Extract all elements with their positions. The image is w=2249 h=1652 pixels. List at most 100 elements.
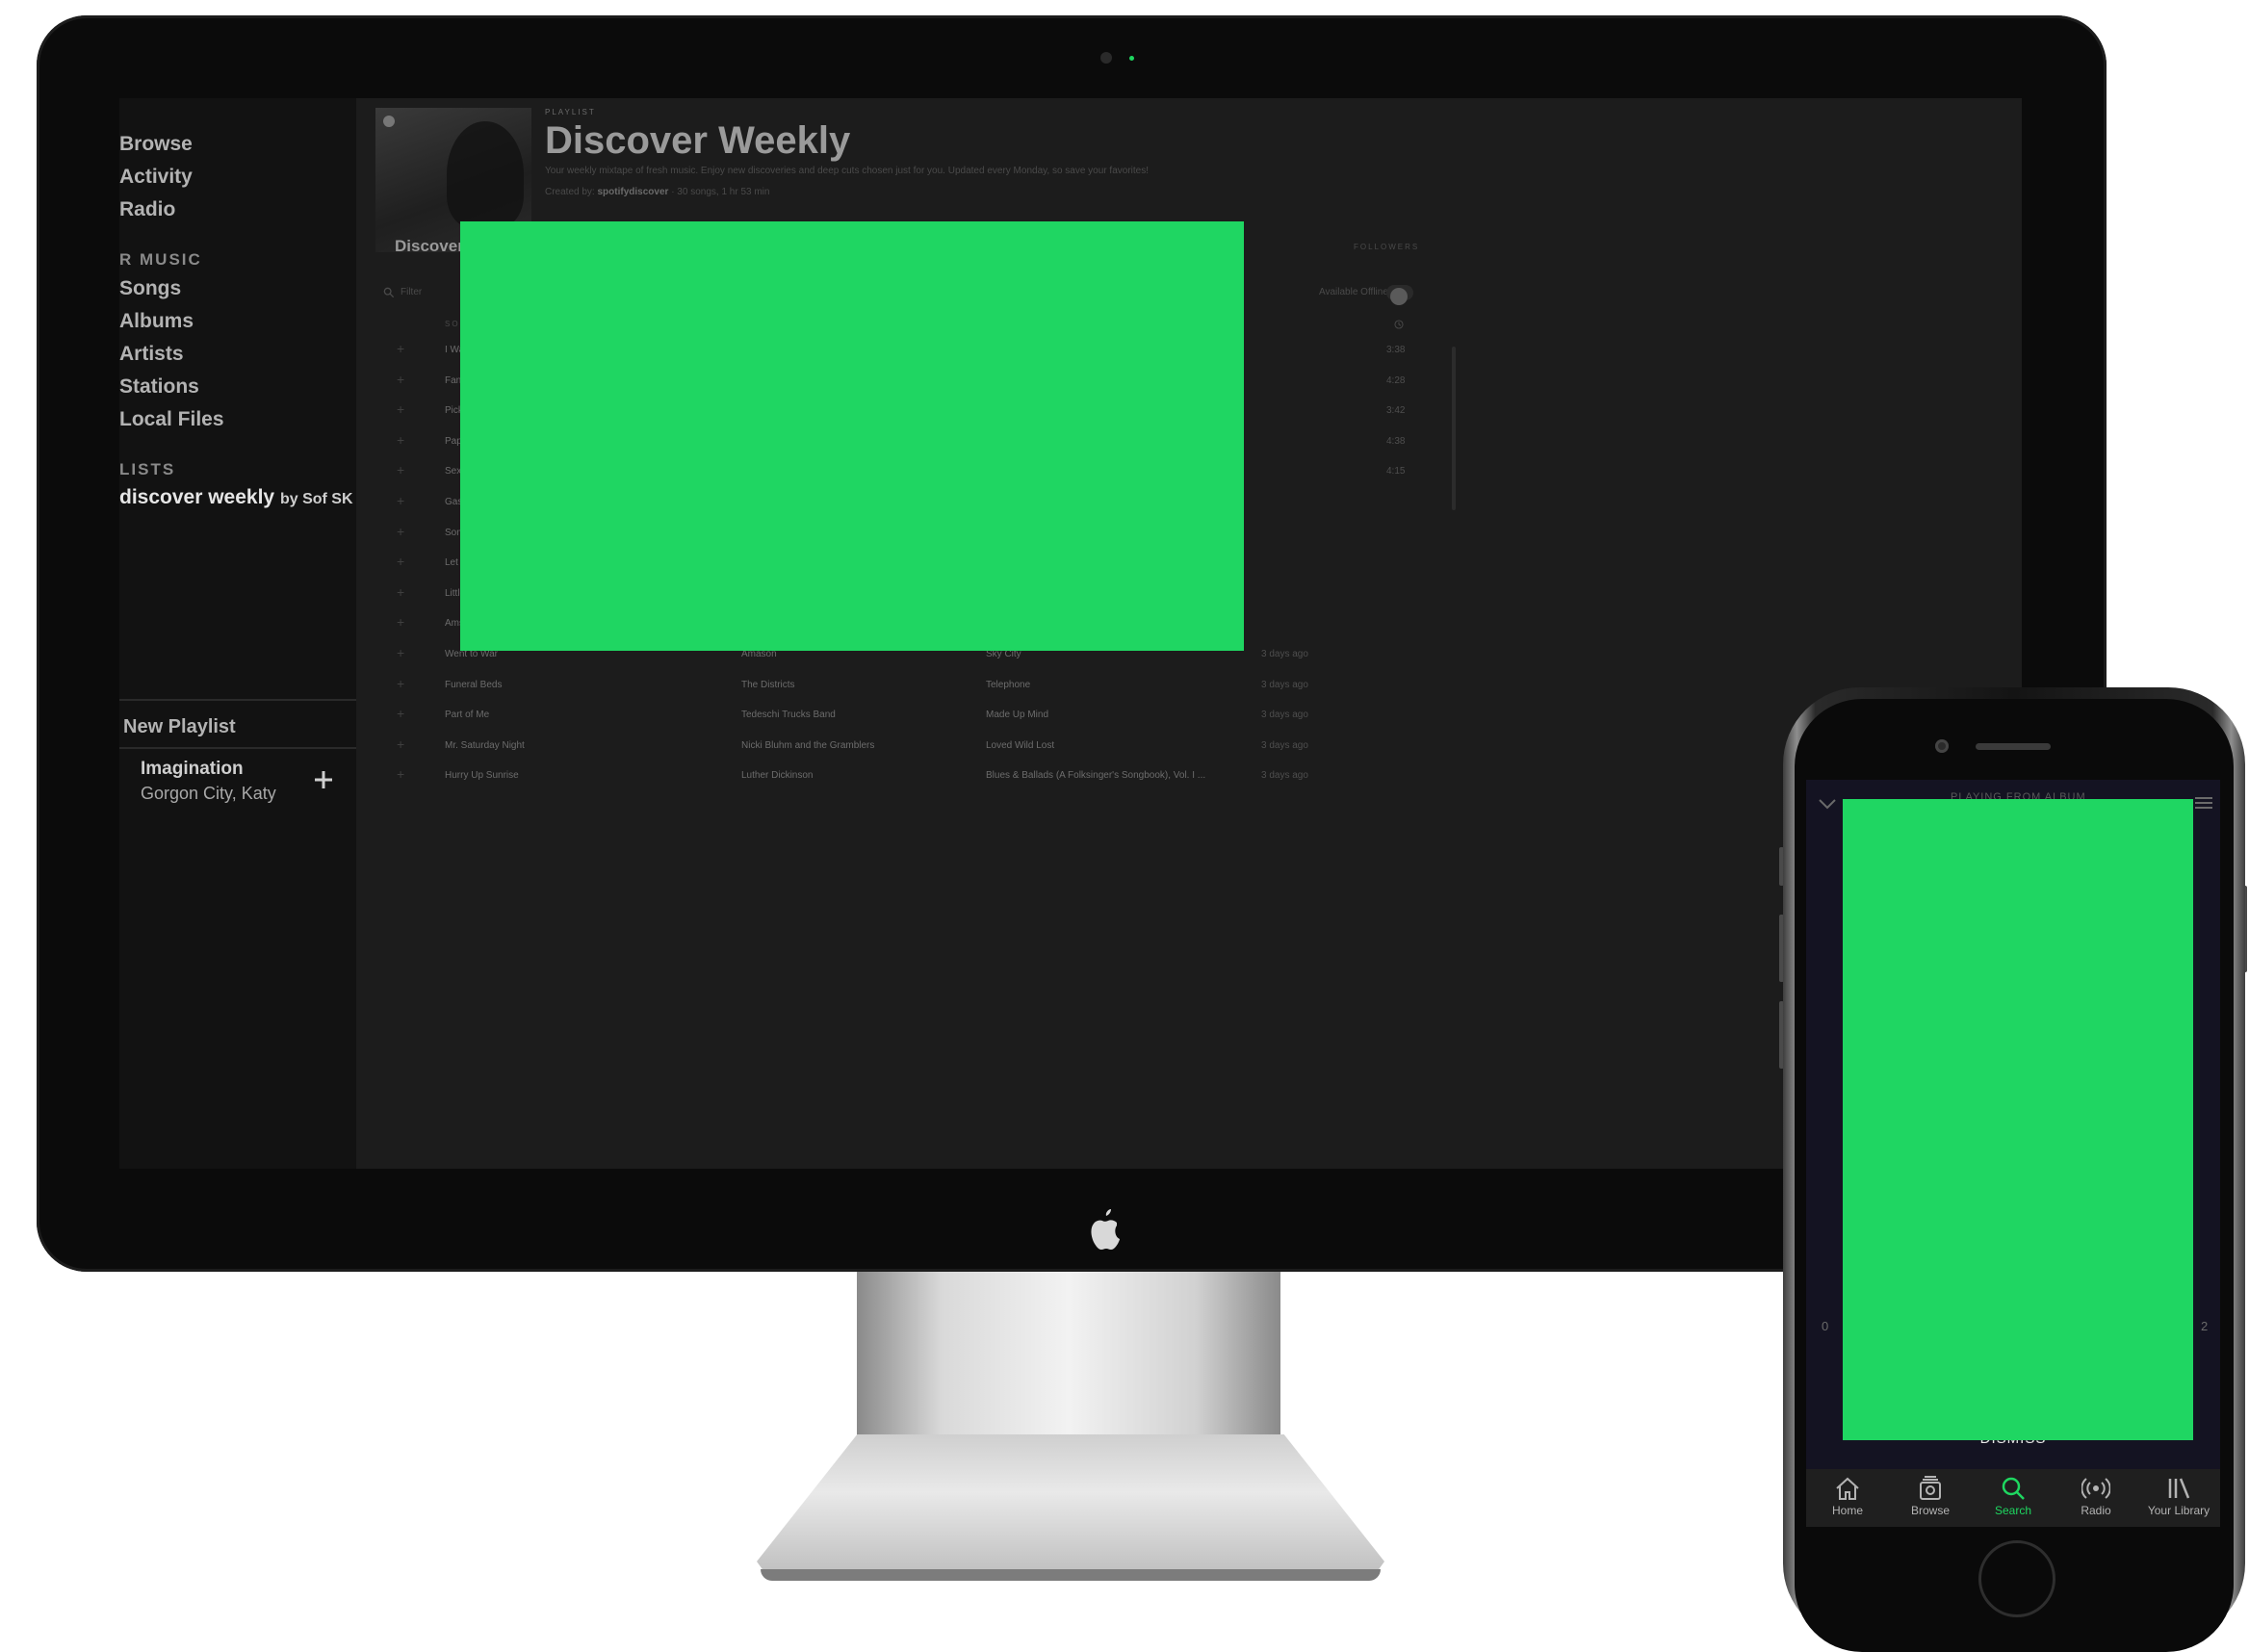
tab-label: Radio <box>2081 1504 2111 1517</box>
close-icon[interactable] <box>383 116 395 127</box>
track-title[interactable]: Hurry Up Sunrise <box>445 770 519 781</box>
sidebar-item-songs[interactable]: Songs <box>119 277 181 300</box>
add-track-icon[interactable]: + <box>397 706 404 721</box>
track-album[interactable]: Blues & Ballads (A Folksinger's Songbook… <box>986 770 1205 781</box>
add-track-icon[interactable]: + <box>397 493 404 508</box>
track-duration: 4:28 <box>1386 374 1406 386</box>
imac-stand-base-edge <box>761 1569 1381 1581</box>
imac-stand-base <box>757 1434 1384 1579</box>
imac-camera <box>1100 52 1112 64</box>
sidebar-item-radio[interactable]: Radio <box>119 198 175 221</box>
table-row[interactable]: + Hurry Up Sunrise Luther Dickinson Blues &… <box>356 762 2022 793</box>
playlist-meta: Created by: spotifydiscover · 30 songs, … <box>545 187 769 197</box>
playlist-stats: · 30 songs, 1 hr 53 min <box>671 187 770 197</box>
new-playlist-button[interactable]: New Playlist <box>123 716 236 738</box>
sidebar-item-stations[interactable]: Stations <box>119 375 199 399</box>
sidebar-divider <box>119 747 356 749</box>
playlist-type-label: PLAYLIST <box>545 108 596 116</box>
add-track-icon[interactable]: + <box>397 462 404 478</box>
your-music-section-title: R MUSIC <box>119 250 202 269</box>
add-track-icon[interactable]: + <box>397 432 404 448</box>
page-title: Discover Weekly <box>545 119 851 162</box>
sidebar-item-local-files[interactable]: Local Files <box>119 408 224 431</box>
add-icon[interactable] <box>312 768 335 791</box>
track-added: 3 days ago <box>1261 739 1308 751</box>
tab-browse[interactable]: Browse <box>1889 1469 1972 1527</box>
track-added: 3 days ago <box>1261 710 1308 721</box>
sidebar-playlist-item[interactable]: discover weekly by Sof SK <box>119 486 353 509</box>
add-track-icon[interactable]: + <box>397 584 404 600</box>
sidebar-playlist-name: discover weekly <box>119 486 275 508</box>
track-added: 3 days ago <box>1261 648 1308 659</box>
add-track-icon[interactable]: + <box>397 401 404 417</box>
add-track-icon[interactable]: + <box>397 372 404 387</box>
track-album[interactable]: Loved Wild Lost <box>986 740 1054 751</box>
elapsed-time: 0 <box>1822 1319 1829 1333</box>
now-playing-title[interactable]: Imagination <box>141 759 244 780</box>
playlist-owner-link[interactable]: spotifydiscover <box>597 187 668 197</box>
add-track-icon[interactable]: + <box>397 736 404 752</box>
tab-home[interactable]: Home <box>1806 1469 1889 1527</box>
track-added: 3 days ago <box>1261 679 1308 690</box>
tab-label: Search <box>1994 1504 2032 1517</box>
radio-icon <box>2081 1478 2110 1499</box>
iphone-front-camera <box>1935 739 1949 753</box>
track-artist[interactable]: Tedeschi Trucks Band <box>741 710 836 720</box>
browse-icon <box>1920 1476 1941 1500</box>
tab-radio[interactable]: Radio <box>2055 1469 2137 1527</box>
track-title[interactable]: Funeral Beds <box>445 680 502 690</box>
track-duration: 4:15 <box>1386 466 1406 478</box>
sidebar-divider <box>119 699 356 701</box>
sidebar-item-browse[interactable]: Browse <box>119 133 193 156</box>
iphone-speaker <box>1976 743 2051 750</box>
created-by-label: Created by: <box>545 187 595 197</box>
tab-your-library[interactable]: Your Library <box>2137 1469 2220 1527</box>
sidebar-item-activity[interactable]: Activity <box>119 166 193 189</box>
remaining-time: 2 <box>2201 1319 2209 1333</box>
offline-toggle[interactable] <box>1386 285 1413 305</box>
clock-icon[interactable] <box>1394 320 1404 329</box>
now-playing-artist[interactable]: Gorgon City, Katy <box>141 784 276 804</box>
home-icon <box>1836 1477 1859 1500</box>
sidebar-item-albums[interactable]: Albums <box>119 310 194 333</box>
track-album[interactable]: Telephone <box>986 680 1030 690</box>
track-title[interactable]: Mr. Saturday Night <box>445 740 525 751</box>
add-track-icon[interactable]: + <box>397 341 404 356</box>
sidebar-item-artists[interactable]: Artists <box>119 343 184 366</box>
track-duration: 3:38 <box>1386 345 1406 355</box>
add-track-icon[interactable]: + <box>397 766 404 782</box>
tab-label: Home <box>1831 1504 1863 1517</box>
add-track-icon[interactable]: + <box>397 524 404 539</box>
track-duration: 3:42 <box>1386 405 1406 417</box>
filter-input[interactable]: Filter <box>401 287 422 297</box>
track-title[interactable]: Part of Me <box>445 710 489 720</box>
imac-stand-neck <box>857 1272 1280 1435</box>
mobile-green-screen-placeholder <box>1843 799 2193 1440</box>
playlists-section-title: LISTS <box>119 460 176 478</box>
track-artist[interactable]: Luther Dickinson <box>741 770 813 781</box>
chevron-down-icon[interactable] <box>1818 797 1837 811</box>
desktop-screen: Browse Activity Radio R MUSIC Songs Albu… <box>119 98 2022 1169</box>
table-row[interactable]: + Funeral Beds The Districts Telephone 3 day… <box>356 672 2022 703</box>
search-icon <box>2002 1477 2025 1500</box>
iphone-home-button[interactable] <box>1978 1540 2055 1617</box>
sidebar-playlist-owner: by Sof SK <box>279 491 353 507</box>
add-track-icon[interactable]: + <box>397 614 404 630</box>
mobile-screen: PLAYING FROM ALBUM 0 2 DISMISS Home Brow… <box>1806 780 2220 1527</box>
add-track-icon[interactable]: + <box>397 645 404 660</box>
menu-icon[interactable] <box>2195 797 2212 809</box>
table-row[interactable]: + Part of Me Tedeschi Trucks Band Made Up M… <box>356 702 2022 733</box>
track-artist[interactable]: Nicki Bluhm and the Gramblers <box>741 740 874 751</box>
library-icon <box>2168 1478 2190 1499</box>
tab-label: Your Library <box>2147 1504 2210 1517</box>
add-track-icon[interactable]: + <box>397 554 404 569</box>
tab-search[interactable]: Search <box>1972 1469 2055 1527</box>
track-album[interactable]: Made Up Mind <box>986 710 1048 720</box>
desktop-green-screen-placeholder <box>460 221 1244 651</box>
table-row[interactable]: + Mr. Saturday Night Nicki Bluhm and the G… <box>356 733 2022 763</box>
track-artist[interactable]: The Districts <box>741 680 795 690</box>
playlist-description: Your weekly mixtape of fresh music. Enjo… <box>545 166 1149 176</box>
tab-label: Browse <box>1910 1504 1950 1517</box>
add-track-icon[interactable]: + <box>397 676 404 691</box>
sidebar: Browse Activity Radio R MUSIC Songs Albu… <box>119 98 356 1169</box>
